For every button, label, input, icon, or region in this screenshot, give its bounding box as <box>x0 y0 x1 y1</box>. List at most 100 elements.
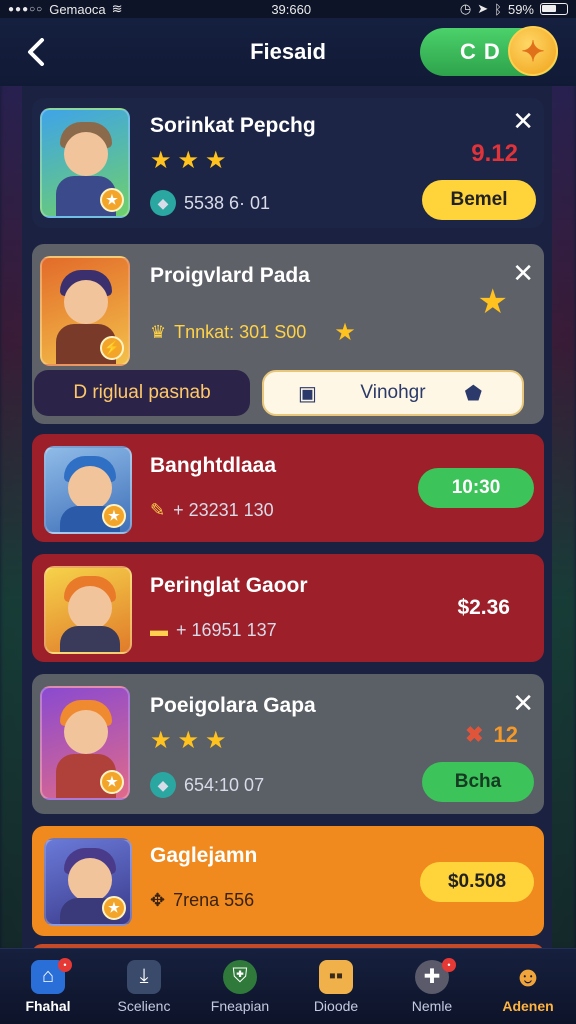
hero-portrait: ⚡ <box>40 256 130 366</box>
status-bar: ●●●○○ Gemaoca ≋ 39:660 ◷ ➤ ᛒ 59% <box>0 0 576 18</box>
hero-portrait <box>44 566 132 654</box>
offer-card[interactable]: ★ Sorinkat Pepchg ★ ★ ★ ◆ 5538 6· 01 ✕ 9.1… <box>32 98 544 228</box>
nav-item-home[interactable]: ⌂ • Fhahal <box>2 957 94 1014</box>
nav-item-nemle[interactable]: ✚ • Nemle <box>386 957 478 1014</box>
secondary-button[interactable]: D riglual pasnab <box>34 370 250 416</box>
carrier-label: Gemaoca <box>49 1 106 17</box>
primary-button[interactable]: ▣ Vinohgr ⬟ <box>262 370 524 416</box>
price-text: 9.12 <box>471 140 518 167</box>
battery-percent: 59% <box>507 1 534 17</box>
nav-label: Nemle <box>411 997 453 1014</box>
close-icon[interactable]: ✕ <box>512 688 534 719</box>
nav-label: Fhahal <box>25 997 71 1014</box>
offer-title: Sorinkat Pepchg <box>150 114 316 137</box>
gem-icon: ◆ <box>150 772 176 798</box>
offer-stats: ♛ Tnnkat: 301 S00 ★ <box>150 318 356 347</box>
sword-icon: ✖ <box>465 722 484 747</box>
hero-portrait: ★ <box>40 686 130 800</box>
rating-stars: ★ ★ ★ <box>150 146 227 175</box>
nav-label: Adenen <box>502 997 554 1014</box>
hero-portrait: ★ <box>40 108 130 218</box>
chevron-left-icon <box>28 38 44 66</box>
puzzle-icon: ✥ <box>150 890 166 910</box>
offer-card[interactable]: ★ Poeigolara Gapa ★ ★ ★ ◆ 654:10 07 ✕ ✖ 12… <box>32 674 544 814</box>
nav-item-dioode[interactable]: ▪▪ Dioode <box>290 959 382 1014</box>
coin-icon[interactable]: ✦ <box>508 26 558 76</box>
camera-icon: ▣ <box>298 382 317 405</box>
coin-balance-pill[interactable]: C D ✦ <box>420 26 558 76</box>
offer-title: Proigvlard Pada <box>150 264 310 287</box>
level-badge-icon: ⚡ <box>100 336 124 360</box>
signal-icon: ●●●○○ <box>8 3 44 15</box>
battery-icon <box>540 3 568 15</box>
hero-portrait: ★ <box>44 446 132 534</box>
offer-title: Banghtdlaaa <box>150 454 277 477</box>
hero-portrait: ★ <box>44 838 132 926</box>
nav-item-scelienc[interactable]: ⤓ Scelienc <box>98 959 190 1014</box>
star-icon: ★ <box>205 147 227 174</box>
offer-stats: ✎ + 23231 130 <box>150 500 274 521</box>
offer-button[interactable]: Bcha <box>422 762 534 802</box>
offer-card[interactable]: ★ Gaglejamn ✥ 7rena 556 $0.508 <box>32 826 544 936</box>
stat-text: 5538 6· 01 <box>184 192 271 213</box>
offer-card[interactable]: ⚡ Proigvlard Pada ♛ Tnnkat: 301 S00 ★ ✕ … <box>32 244 544 424</box>
nav-label: Fneapian <box>210 997 270 1014</box>
level-badge-icon: ★ <box>100 770 124 794</box>
offer-stats: ◆ 5538 6· 01 <box>150 190 270 216</box>
nav-item-fneapian[interactable]: ⛨ Fneapian <box>194 959 286 1014</box>
price-row: ✖ 12 <box>465 722 518 748</box>
stat-text: 654:10 07 <box>184 774 265 795</box>
coin-value: D <box>483 39 500 64</box>
nav-item-adenen[interactable]: ☻ Adenen <box>482 960 574 1014</box>
close-icon[interactable]: ✕ <box>512 258 534 289</box>
button-label: Vinohgr <box>360 382 426 403</box>
price-text[interactable]: $2.36 <box>457 596 510 620</box>
medal-icon: ✎ <box>150 500 166 520</box>
rating-stars: ★ ★ ★ <box>150 726 227 755</box>
header: Fiesaid C D ✦ <box>0 18 576 86</box>
offer-card[interactable]: ★ Banghtdlaaa ✎ + 23231 130 10:30 <box>32 434 544 542</box>
alarm-icon: ◷ <box>459 1 472 16</box>
offer-button[interactable]: 10:30 <box>418 468 534 508</box>
status-right: ◷ ➤ ᛒ 59% <box>460 1 568 17</box>
bluetooth-icon: ᛒ <box>494 1 502 17</box>
offer-card[interactable]: Peringlat Gaoor ▬ + 16951 137 $2.36 <box>32 554 544 662</box>
star-icon: ★ <box>477 283 508 321</box>
offer-stats: ◆ 654:10 07 <box>150 772 264 798</box>
wifi-icon: ≋ <box>111 1 123 16</box>
star-icon: ★ <box>150 727 172 754</box>
offer-title: Poeigolara Gapa <box>150 694 316 717</box>
star-icon: ★ <box>334 319 356 346</box>
gem-icon: ◆ <box>150 190 176 216</box>
star-icon: ★ <box>177 727 200 754</box>
offer-title: Gaglejamn <box>150 844 258 867</box>
stat-text: + 16951 137 <box>176 620 277 640</box>
offer-button[interactable]: $0.508 <box>420 862 534 902</box>
close-icon[interactable]: ✕ <box>512 106 534 137</box>
level-badge-icon: ★ <box>102 504 126 528</box>
profile-icon: ☻ <box>513 960 543 992</box>
shield-icon: ⛨ <box>223 959 257 994</box>
star-icon: ★ <box>205 727 227 754</box>
price-text: 12 <box>493 722 518 747</box>
offer-title: Peringlat Gaoor <box>150 574 308 597</box>
crown-icon: ♛ <box>150 322 167 342</box>
download-icon: ⤓ <box>127 959 161 994</box>
nav-label: Scelienc <box>117 997 171 1014</box>
chat-icon: ▪▪ <box>319 959 353 994</box>
star-icon: ★ <box>177 147 200 174</box>
page-title: Fiesaid <box>250 39 326 64</box>
stat-text: Tnnkat: 301 S00 <box>174 322 307 342</box>
level-badge-icon: ★ <box>100 188 124 212</box>
stat-text: 7rena 556 <box>173 890 255 910</box>
offer-list: ★ Sorinkat Pepchg ★ ★ ★ ◆ 5538 6· 01 ✕ 9.1… <box>22 86 552 948</box>
back-button[interactable] <box>22 36 50 68</box>
status-time: 39:660 <box>271 1 312 17</box>
offer-stats: ▬ + 16951 137 <box>150 620 277 641</box>
chest-icon: ▬ <box>150 620 168 640</box>
offer-button[interactable]: Bemel <box>422 180 536 220</box>
offer-stats: ✥ 7rena 556 <box>150 890 254 911</box>
notification-dot: • <box>442 957 456 972</box>
settings-icon: ⬟ <box>464 382 482 405</box>
notification-dot: • <box>58 957 72 972</box>
